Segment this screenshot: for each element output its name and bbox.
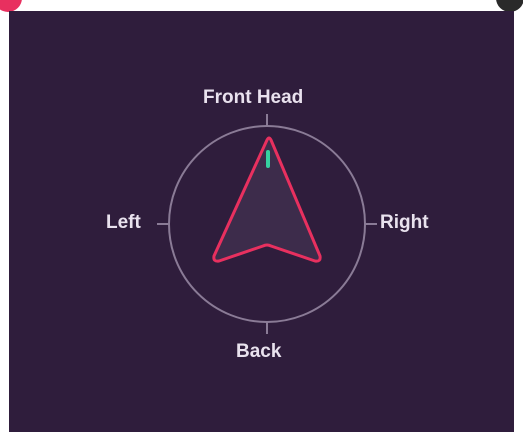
- app-frame: Front Head Left Right Back: [0, 0, 523, 432]
- label-back: Back: [236, 341, 282, 362]
- label-right: Right: [380, 212, 429, 233]
- top-strip: [0, 0, 523, 12]
- label-left: Left: [106, 212, 141, 233]
- compass-widget[interactable]: [9, 11, 514, 432]
- label-front-head: Front Head: [203, 87, 304, 108]
- head-orientation-panel: Front Head Left Right Back: [9, 11, 514, 432]
